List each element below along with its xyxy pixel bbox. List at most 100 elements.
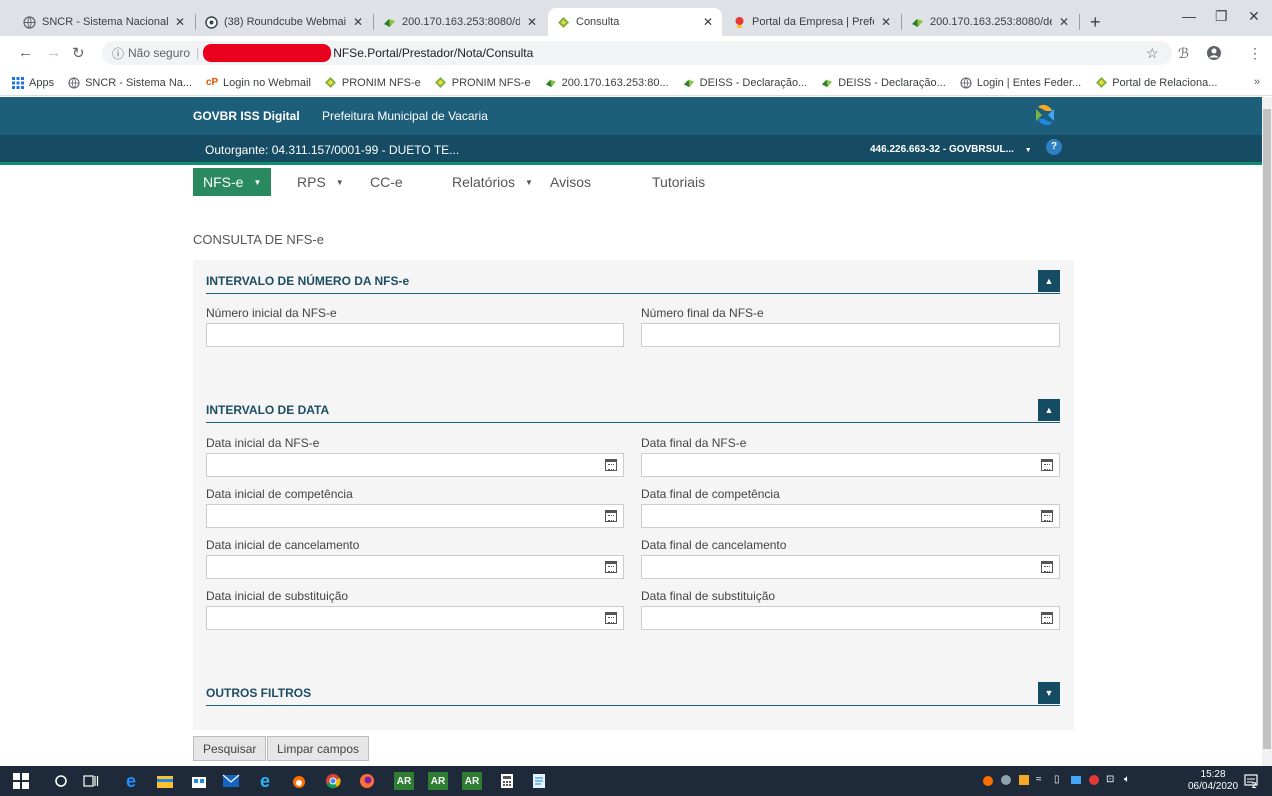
tray-app-icon[interactable] [1018,774,1030,786]
user-menu[interactable]: 446.226.663-32 - GOVBRSUL... ▼ [870,144,1032,155]
notepad-icon[interactable] [530,772,548,790]
new-tab-icon[interactable]: + [1090,12,1101,33]
file-explorer-icon[interactable] [156,772,174,790]
network-icon[interactable]: ⊡ [1106,774,1118,786]
data-final-input[interactable] [641,453,1060,477]
reload-icon[interactable]: ↻ [72,44,85,62]
extension-icon[interactable]: ℬ [1178,45,1189,62]
close-window-icon[interactable]: ✕ [1248,8,1260,25]
mail-icon[interactable] [222,772,240,790]
substituicao-inicial-input[interactable] [206,606,624,630]
calendar-icon[interactable] [605,612,617,624]
collapse-section-button[interactable]: ▲ [1038,399,1060,421]
bookmark-item[interactable]: DEISS - Declaração... [821,77,946,89]
menu-item-rps[interactable]: RPS ▼ [287,168,354,196]
close-tab-icon[interactable]: ✕ [880,15,892,29]
close-tab-icon[interactable]: ✕ [174,15,186,29]
system-clock[interactable]: 15:28 06/04/2020 [1188,769,1238,793]
firefox-icon[interactable] [358,772,376,790]
calendar-icon[interactable] [605,459,617,471]
back-icon[interactable]: ← [18,44,33,61]
star-icon[interactable]: ☆ [1146,45,1159,62]
bookmark-apps[interactable]: Apps [12,76,54,89]
bookmark-item[interactable]: 200.170.163.253:80... [545,77,669,89]
forward-icon[interactable]: → [46,44,61,61]
store-icon[interactable] [190,772,208,790]
restore-icon[interactable]: ❐ [1215,8,1228,25]
outorgante-label[interactable]: Outorgante: 04.311.157/0001-99 - DUETO T… [205,143,459,157]
bookmark-item[interactable]: DEISS - Declaração... [683,77,807,89]
clock-time: 15:28 [1200,769,1226,780]
menu-item-tutoriais[interactable]: Tutoriais [642,168,715,196]
collapse-section-button[interactable]: ▲ [1038,270,1060,292]
volume-icon[interactable]: 🔈︎ [1124,774,1136,786]
close-tab-icon[interactable]: ✕ [352,15,364,29]
tray-app-icon[interactable] [982,774,994,786]
scrollbar-thumb[interactable] [1263,109,1271,749]
calendar-icon[interactable] [1041,510,1053,522]
browser-tab[interactable]: 200.170.163.253:8080/de ✕ [902,8,1078,36]
help-icon[interactable]: ? [1046,139,1062,155]
menu-kebab-icon[interactable]: ⋮ [1248,45,1262,62]
bookmark-item[interactable]: SNCR - Sistema Na... [68,77,192,89]
address-bar[interactable]: ⓘ Não seguro | NFSe.Portal/Prestador/Not… [102,41,1172,65]
bookmark-item[interactable]: PRONIM NFS-e [435,77,531,89]
calendar-icon[interactable] [1041,561,1053,573]
close-tab-icon[interactable]: ✕ [1058,15,1070,29]
bookmark-item[interactable]: Login | Entes Feder... [960,77,1081,89]
chrome-icon[interactable] [324,772,342,790]
account-icon[interactable] [1206,45,1222,64]
calendar-icon[interactable] [605,510,617,522]
competencia-final-input[interactable] [641,504,1060,528]
ar-app-icon[interactable]: AR [428,772,448,790]
menu-item-avisos[interactable]: Avisos [540,168,601,196]
windows-start-icon[interactable] [12,772,30,790]
browser-tab[interactable]: 200.170.163.253:8080/de ✕ [374,8,546,36]
app-brand[interactable]: GOVBR ISS Digital [193,109,300,123]
data-inicial-input[interactable] [206,453,624,477]
calendar-icon[interactable] [1041,459,1053,471]
pronim-icon [545,77,557,89]
browser-tab[interactable]: (38) Roundcube Webmail ✕ [196,8,372,36]
pesquisar-button[interactable]: Pesquisar [193,736,267,761]
cancelamento-inicial-input[interactable] [206,555,624,579]
tray-app-icon[interactable] [1088,774,1100,786]
bookmark-item[interactable]: cP Login no Webmail [206,77,311,89]
limpar-campos-button[interactable]: Limpar campos [267,736,370,761]
tray-app-icon[interactable] [1070,774,1082,786]
substituicao-final-input[interactable] [641,606,1060,630]
tray-app-icon[interactable] [1000,774,1012,786]
competencia-inicial-input[interactable] [206,504,624,528]
bookmark-item[interactable]: Portal de Relaciona... [1095,77,1217,89]
calculator-icon[interactable] [498,772,516,790]
expand-section-button[interactable]: ▼ [1038,682,1060,704]
bookmark-item[interactable]: PRONIM NFS-e [325,77,421,89]
calendar-icon[interactable] [605,561,617,573]
tray-app-icon[interactable]: ≈ [1036,774,1048,786]
ar-app-icon[interactable]: AR [394,772,414,790]
search-icon[interactable] [52,772,70,790]
task-view-icon[interactable] [82,772,100,790]
numero-final-input[interactable] [641,323,1060,347]
page-scrollbar[interactable] [1262,97,1272,766]
ar-app-icon[interactable]: AR [462,772,482,790]
close-tab-icon[interactable]: ✕ [526,15,538,29]
browser-tab-active[interactable]: Consulta ✕ [548,8,722,36]
menu-item-relatorios[interactable]: Relatórios ▼ [442,168,543,196]
notifications-icon[interactable]: 2 [1242,772,1260,790]
app-flame-icon[interactable] [290,772,308,790]
browser-tab[interactable]: SNCR - Sistema Nacional ✕ [14,8,194,36]
tray-app-icon[interactable]: ▯ [1054,774,1066,786]
bookmarks-overflow-icon[interactable]: » [1254,76,1260,88]
numero-inicial-input[interactable] [206,323,624,347]
browser-tab[interactable]: Portal da Empresa | Prefei ✕ [724,8,900,36]
close-tab-icon[interactable]: ✕ [702,15,714,29]
internet-explorer-icon[interactable]: e [256,771,274,791]
minimize-icon[interactable]: — [1182,8,1196,24]
info-icon[interactable]: ⓘ [112,45,124,62]
edge-legacy-icon[interactable]: e [122,771,140,791]
calendar-icon[interactable] [1041,612,1053,624]
menu-item-cce[interactable]: CC-e [360,168,413,196]
menu-item-nfse[interactable]: NFS-e ▼ [193,168,272,196]
cancelamento-final-input[interactable] [641,555,1060,579]
